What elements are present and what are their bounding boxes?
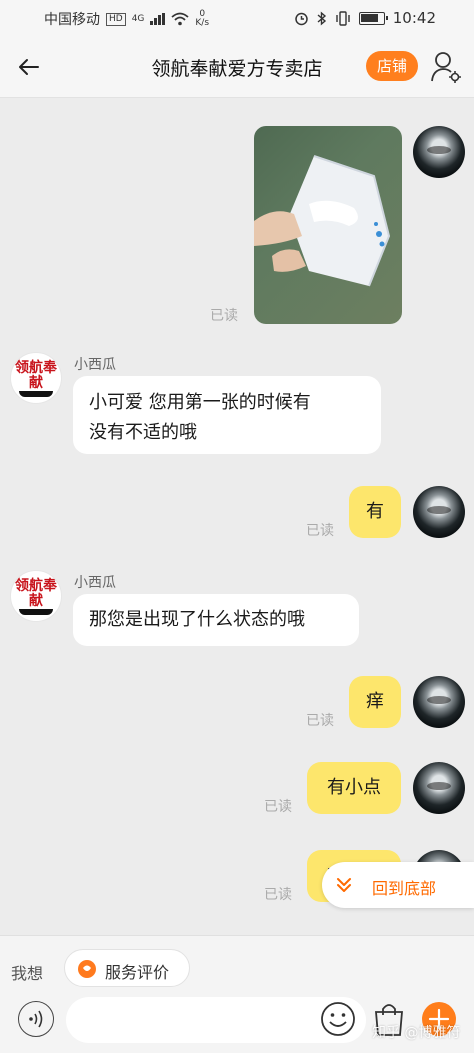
vibrate-icon bbox=[336, 10, 350, 26]
service-rating-label: 服务评价 bbox=[105, 963, 170, 982]
message-text-line: 没有不适的哦 bbox=[89, 422, 197, 443]
service-rating-button[interactable]: 服务评价 bbox=[64, 949, 190, 987]
tissue-packet-image bbox=[254, 155, 391, 287]
my-avatar[interactable] bbox=[413, 762, 465, 814]
back-arrow-icon bbox=[19, 59, 39, 75]
rating-flower-icon bbox=[78, 960, 96, 978]
network-type: 4G bbox=[131, 14, 145, 24]
store-button[interactable]: 店铺 bbox=[366, 51, 418, 81]
net-speed: 0 K/s bbox=[195, 10, 209, 28]
emoji-button[interactable] bbox=[320, 1001, 356, 1037]
my-avatar[interactable] bbox=[413, 676, 465, 728]
sender-name: 小西瓜 bbox=[74, 575, 116, 591]
quick-label: 我想 bbox=[11, 964, 44, 983]
store-message-bubble[interactable]: 小可爱 您用第一张的时候有 没有不适的哦 bbox=[73, 376, 381, 454]
read-status: 已读 bbox=[210, 308, 238, 324]
voice-wave-icon bbox=[29, 1010, 43, 1028]
watermark: 知乎 @博雅符 bbox=[372, 1025, 461, 1041]
jump-to-bottom-label: 回到底部 bbox=[372, 879, 437, 898]
read-status: 已读 bbox=[264, 799, 292, 815]
clock: 10:42 bbox=[392, 9, 436, 27]
double-chevron-down-icon bbox=[337, 878, 351, 892]
sender-name: 小西瓜 bbox=[74, 357, 116, 373]
store-logo-text: 领航奉献 bbox=[15, 360, 57, 391]
read-status: 已读 bbox=[264, 887, 292, 903]
status-bar: 中国移动 HD 4G 0 K/s 10:42 bbox=[0, 0, 474, 36]
user-settings-button[interactable] bbox=[430, 50, 462, 84]
user-gear-icon bbox=[431, 52, 461, 83]
store-logo-mark bbox=[19, 609, 53, 615]
my-message-bubble[interactable]: 痒 bbox=[349, 676, 401, 728]
battery-icon bbox=[358, 11, 388, 25]
back-button[interactable] bbox=[14, 52, 44, 82]
signal-icon bbox=[150, 13, 166, 25]
smiley-icon bbox=[321, 1002, 355, 1036]
store-logo-mark bbox=[19, 391, 53, 397]
store-avatar[interactable]: 领航奉献 bbox=[10, 352, 62, 404]
my-message-bubble[interactable]: 有小点 bbox=[307, 762, 401, 814]
page-title-text: 领航奉献爱方专卖店 bbox=[151, 58, 323, 80]
quick-action-bar: 我想 服务评价 bbox=[0, 935, 474, 993]
hd-badge: HD bbox=[106, 12, 126, 26]
read-status: 已读 bbox=[306, 713, 334, 729]
my-message-bubble[interactable]: 有 bbox=[349, 486, 401, 538]
sent-photo[interactable] bbox=[254, 126, 402, 324]
my-avatar[interactable] bbox=[413, 126, 465, 178]
bluetooth-icon bbox=[317, 10, 326, 26]
store-message-bubble[interactable]: 那您是出现了什么状态的哦 bbox=[73, 594, 359, 646]
wifi-icon bbox=[171, 12, 189, 26]
read-status: 已读 bbox=[306, 523, 334, 539]
jump-to-bottom-button[interactable]: 回到底部 bbox=[322, 862, 474, 908]
store-logo-text: 领航奉献 bbox=[15, 578, 57, 609]
store-avatar[interactable]: 领航奉献 bbox=[10, 570, 62, 622]
voice-input-button[interactable] bbox=[18, 1001, 54, 1037]
my-avatar[interactable] bbox=[413, 486, 465, 538]
carrier-label: 中国移动 bbox=[44, 12, 100, 28]
nav-bar: 领航奉献爱方专卖店 店铺 bbox=[0, 36, 474, 98]
alarm-icon bbox=[295, 12, 308, 25]
net-speed-unit: K/s bbox=[195, 18, 210, 28]
message-text-line: 小可爱 您用第一张的时候有 bbox=[89, 392, 311, 413]
